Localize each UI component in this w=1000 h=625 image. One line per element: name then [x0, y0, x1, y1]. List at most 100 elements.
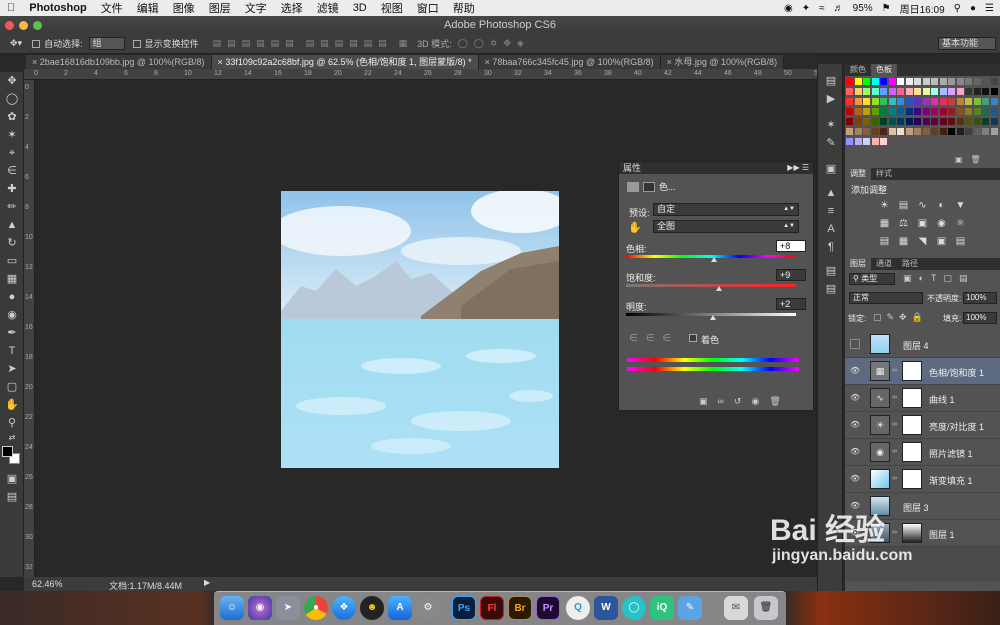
color-swatch[interactable]: [905, 108, 913, 115]
info-panel-icon[interactable]: ▤: [818, 262, 844, 280]
align-icons[interactable]: ▤▤▤▤▤▤: [213, 38, 300, 49]
color-swatch[interactable]: [880, 138, 887, 145]
status-menu-arrow-icon[interactable]: ▶: [204, 578, 210, 587]
color-swatch[interactable]: [982, 98, 989, 105]
colorize-checkbox[interactable]: [689, 334, 697, 342]
color-swatch[interactable]: [854, 98, 862, 105]
launchpad-icon[interactable]: ➤: [276, 596, 300, 620]
color-swatch[interactable]: [846, 118, 853, 125]
channel-dropdown[interactable]: 全图 ▲▼: [653, 220, 799, 233]
auto-select-dropdown[interactable]: 组: [88, 37, 125, 50]
color-swatch[interactable]: [982, 128, 989, 135]
layer-mask-thumbnail[interactable]: [902, 361, 922, 381]
fill-input[interactable]: 100%: [963, 312, 997, 324]
color-swatch[interactable]: [965, 118, 972, 125]
color-swatch[interactable]: [871, 108, 879, 115]
layer-mask-thumbnail[interactable]: [902, 388, 922, 408]
siri-dock-icon[interactable]: ◉: [248, 596, 272, 620]
color-swatch[interactable]: [846, 108, 853, 115]
foreground-color[interactable]: [2, 446, 13, 457]
color-swatch[interactable]: [863, 108, 870, 115]
eye-icon[interactable]: 👁: [850, 474, 860, 484]
color-swatch[interactable]: [863, 78, 870, 85]
tab-styles[interactable]: 样式: [871, 168, 897, 180]
eye-icon[interactable]: 👁: [850, 393, 860, 403]
tab-color[interactable]: 颜色: [845, 64, 871, 76]
properties-footer-icons[interactable]: ▣∞↺◉🗑: [699, 396, 791, 407]
color-swatch[interactable]: [897, 118, 904, 125]
eye-icon[interactable]: 👁: [850, 501, 860, 511]
color-swatch[interactable]: [931, 108, 938, 115]
color-swatch[interactable]: [965, 88, 972, 95]
layer-mask-thumbnail[interactable]: [902, 415, 922, 435]
color-swatch[interactable]: [880, 108, 887, 115]
color-swatch[interactable]: [948, 108, 955, 115]
color-swatches[interactable]: [0, 444, 23, 470]
color-swatch[interactable]: [880, 78, 887, 85]
color-swatch[interactable]: [973, 88, 981, 95]
color-swatch[interactable]: [871, 128, 879, 135]
color-swatch[interactable]: [854, 118, 862, 125]
character-panel-icon[interactable]: A: [818, 220, 844, 238]
app-menu[interactable]: Photoshop: [22, 2, 93, 14]
color-swatch[interactable]: [939, 128, 947, 135]
vpn-icon[interactable]: ✦: [802, 3, 810, 14]
blur-tool-icon[interactable]: ●: [1, 288, 23, 306]
layer-filter-dropdown[interactable]: ⚲ 类型: [849, 273, 895, 285]
brush-panel-icon[interactable]: ✶: [818, 116, 844, 134]
color-swatch[interactable]: [922, 118, 930, 125]
photo-filter-icon[interactable]: ◉: [935, 217, 948, 230]
lock-icons[interactable]: ▢✎✥🔒: [873, 312, 928, 323]
brush-presets-icon[interactable]: ✎: [818, 134, 844, 152]
tab-adjustments[interactable]: 调整: [845, 168, 871, 180]
minimize-window-button[interactable]: [19, 21, 28, 30]
color-swatch[interactable]: [905, 98, 913, 105]
eyedropper-icons[interactable]: ∈∈∈: [629, 333, 679, 344]
wechat-icon[interactable]: ◯: [622, 596, 646, 620]
creative-cloud-icon[interactable]: ◉: [784, 3, 793, 14]
color-swatch[interactable]: [905, 88, 913, 95]
tab-close-icon[interactable]: ×: [485, 57, 490, 67]
siri-icon[interactable]: ●: [970, 3, 976, 14]
vertical-ruler[interactable]: 0 2 4 6 8 10 12 14 16 18 20 22 24 26 28 30 32: [24, 80, 35, 577]
color-swatch[interactable]: [931, 128, 938, 135]
color-swatch[interactable]: [897, 128, 904, 135]
black-white-icon[interactable]: ▣: [916, 217, 929, 230]
exposure-icon[interactable]: ◐: [935, 199, 948, 212]
color-swatch[interactable]: [922, 88, 930, 95]
swap-colors-icon[interactable]: ⇄: [1, 432, 23, 444]
preset-dropdown[interactable]: 自定 ▲▼: [653, 203, 799, 216]
color-swatch[interactable]: [939, 88, 947, 95]
color-swatch[interactable]: [888, 78, 896, 85]
bridge-dock-icon[interactable]: Br: [508, 596, 532, 620]
hue-saturation-icon[interactable]: ▦: [878, 217, 891, 230]
color-swatch[interactable]: [965, 98, 972, 105]
color-swatch[interactable]: [956, 98, 964, 105]
tab-close-icon[interactable]: ×: [32, 57, 37, 67]
clock[interactable]: 周日16:09: [900, 1, 945, 16]
posterize-icon[interactable]: ▦: [897, 235, 910, 248]
zoom-tool-icon[interactable]: ⚲: [1, 414, 23, 432]
color-swatch[interactable]: [914, 118, 921, 125]
zoom-window-button[interactable]: [33, 21, 42, 30]
color-swatch[interactable]: [914, 108, 921, 115]
color-swatch[interactable]: [973, 78, 981, 85]
menu-help[interactable]: 帮助: [446, 0, 482, 16]
apple-icon[interactable]: : [0, 2, 22, 14]
healing-brush-tool-icon[interactable]: ✚: [1, 180, 23, 198]
opacity-input[interactable]: 100%: [963, 292, 997, 304]
color-swatch[interactable]: [931, 98, 938, 105]
tab-close-icon[interactable]: ×: [667, 57, 672, 67]
notification-icon[interactable]: ☰: [985, 3, 994, 14]
quick-mask-icon[interactable]: ▣: [1, 470, 23, 488]
color-swatch[interactable]: [871, 138, 879, 145]
color-swatch[interactable]: [863, 128, 870, 135]
color-swatch[interactable]: [948, 88, 955, 95]
layer-row-brightness-contrast[interactable]: 👁 ☀ ∞ 亮度/对比度 1: [845, 412, 1000, 439]
color-swatch[interactable]: [897, 98, 904, 105]
workspace-dropdown[interactable]: 基本功能: [938, 37, 996, 50]
visibility-toggle[interactable]: [850, 339, 860, 349]
color-swatch[interactable]: [956, 108, 964, 115]
color-swatch[interactable]: [948, 98, 955, 105]
tab-layers[interactable]: 图层: [845, 258, 871, 270]
